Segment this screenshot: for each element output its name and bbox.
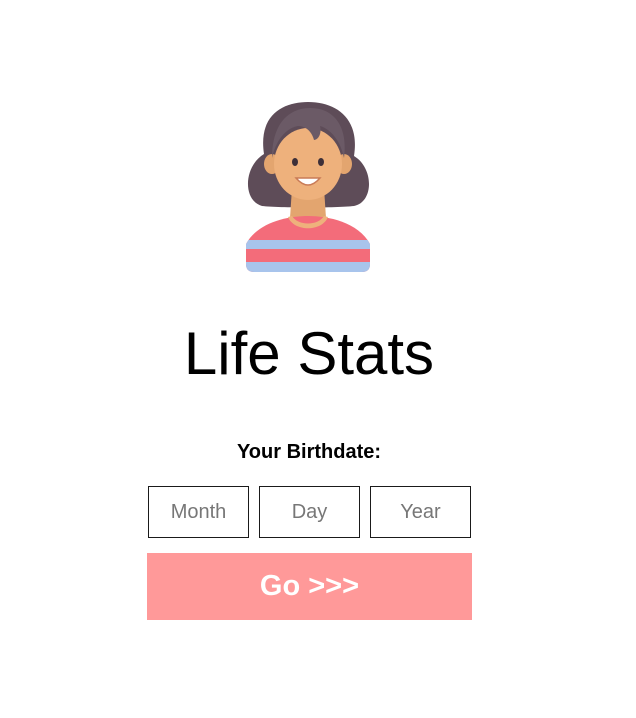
birthdate-inputs	[148, 486, 472, 538]
month-input[interactable]	[148, 486, 249, 538]
avatar-illustration	[236, 96, 380, 274]
year-input[interactable]	[370, 486, 471, 538]
woman-avatar-icon	[246, 102, 370, 272]
day-input[interactable]	[259, 486, 360, 538]
page-title: Life Stats	[183, 320, 435, 387]
birthdate-label: Your Birthdate:	[236, 441, 382, 463]
go-button[interactable]: Go >>>	[147, 553, 472, 620]
